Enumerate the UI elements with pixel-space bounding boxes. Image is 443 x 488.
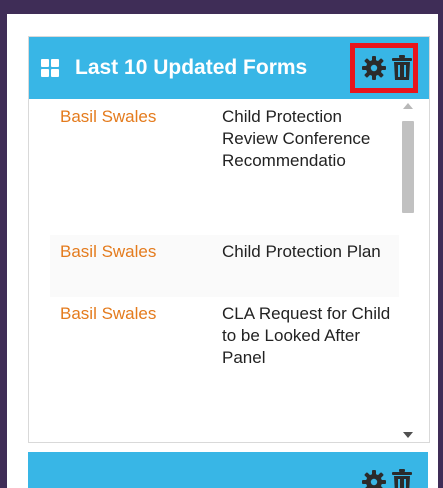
form-name[interactable]: CLA Request for Child to be Looked After… xyxy=(222,303,397,442)
second-widget-header xyxy=(28,452,428,488)
gear-icon[interactable] xyxy=(362,470,386,488)
list-item[interactable]: Basil Swales CLA Request for Child to be… xyxy=(50,297,399,442)
scroll-down-arrow-icon[interactable] xyxy=(403,432,413,438)
grid-icon xyxy=(41,59,59,77)
gear-icon[interactable] xyxy=(362,56,386,80)
form-name[interactable]: Child Protection Plan xyxy=(222,241,397,263)
trash-icon[interactable] xyxy=(391,55,413,81)
person-link[interactable]: Basil Swales xyxy=(60,107,156,127)
widget-header: Last 10 Updated Forms xyxy=(29,37,429,99)
forms-list: Basil Swales Child Protection Review Con… xyxy=(29,99,429,442)
person-link[interactable]: Basil Swales xyxy=(60,304,156,324)
widget-title: Last 10 Updated Forms xyxy=(75,56,308,79)
dashboard-frame: Last 10 Updated Forms Basil Swales Child… xyxy=(7,14,438,488)
form-name[interactable]: Child Protection Review Conference Recom… xyxy=(222,106,397,230)
last-updated-forms-widget: Last 10 Updated Forms Basil Swales Child… xyxy=(28,36,430,443)
scrollbar[interactable] xyxy=(401,99,415,442)
list-item[interactable]: Basil Swales Child Protection Review Con… xyxy=(50,99,399,235)
list-item[interactable]: Basil Swales Child Protection Plan xyxy=(50,235,399,297)
trash-icon[interactable] xyxy=(391,469,413,488)
scroll-thumb[interactable] xyxy=(402,121,414,213)
person-link[interactable]: Basil Swales xyxy=(60,242,156,262)
scroll-up-arrow-icon[interactable] xyxy=(403,103,413,109)
